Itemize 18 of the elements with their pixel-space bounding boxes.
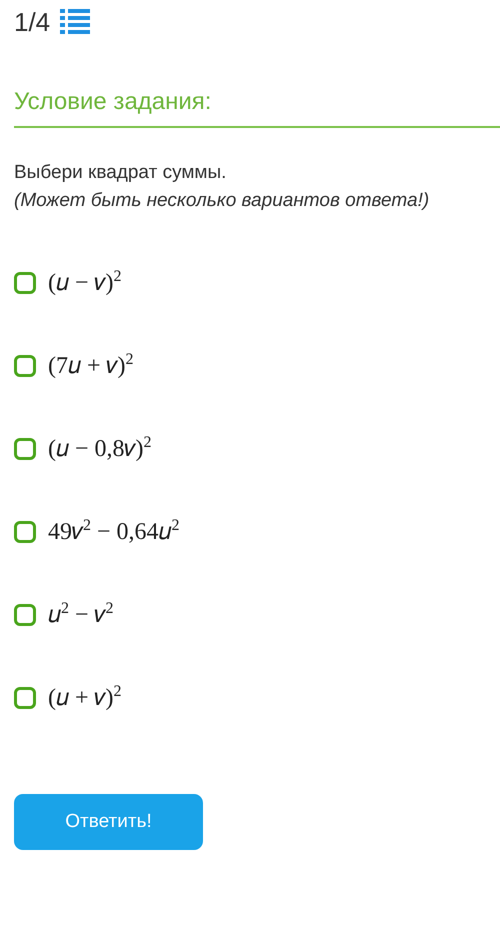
option-formula: (𝑢 − 𝑣)$^{2}$	[48, 268, 122, 297]
checkbox[interactable]	[14, 272, 36, 294]
option-formula: (𝑢 + 𝑣)$^{2}$	[48, 683, 122, 712]
hint-text: (Может быть несколько вариантов ответа!)	[14, 190, 430, 212]
section-title: Условие задания:	[14, 88, 212, 115]
option-formula: (𝑢 − 0,8𝑣)$^{2}$	[48, 434, 152, 463]
checkbox[interactable]	[14, 686, 36, 708]
checkbox[interactable]	[14, 438, 36, 460]
option-formula: (7𝑢 + 𝑣)$^{2}$	[48, 351, 134, 380]
list-icon[interactable]	[60, 9, 90, 35]
checkbox[interactable]	[14, 604, 36, 626]
submit-button[interactable]: Ответить!	[14, 794, 203, 850]
checkbox[interactable]	[14, 354, 36, 376]
page-counter: 1/4	[14, 6, 50, 38]
checkbox[interactable]	[14, 520, 36, 542]
question-text: Выбери квадрат суммы.	[14, 162, 228, 184]
option-formula: 49𝑣$^{2}$ − 0,64𝑢$^{2}$	[48, 517, 180, 546]
option-formula: 𝑢$^{2}$ − 𝑣$^{2}$	[48, 600, 114, 629]
